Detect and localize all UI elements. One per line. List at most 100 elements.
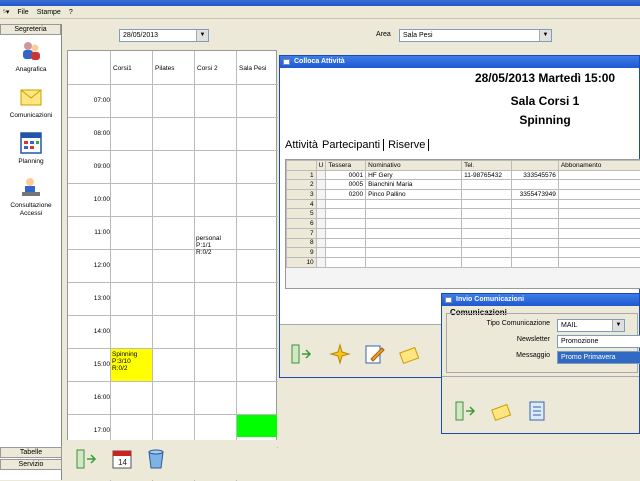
newsletter-field[interactable]: Promozione <box>557 335 640 348</box>
event-spinning[interactable]: Spinning P:3/10 R:0/2 <box>111 349 152 381</box>
menu-stampe[interactable]: Stampe <box>37 9 61 16</box>
table-row[interactable]: 9 <box>287 248 640 258</box>
table-row[interactable]: 7 <box>287 228 640 238</box>
sidebar-tab-servizio[interactable]: Servizio <box>0 459 62 470</box>
colloca-title-bar: Colloca Attività <box>280 56 639 68</box>
event-line: R:0/2 <box>196 249 236 256</box>
chevron-down-icon[interactable]: ▼ <box>196 30 208 41</box>
time-label: 08:00 <box>70 130 110 137</box>
table-cell <box>366 219 462 229</box>
table-cell <box>366 238 462 248</box>
event-line: personal <box>196 235 236 242</box>
table-cell: Bianchini Maria <box>366 180 462 190</box>
exit-door-icon[interactable] <box>75 448 97 470</box>
trash-icon[interactable] <box>145 448 167 470</box>
table-row[interactable]: 4 <box>287 199 640 209</box>
menu-help[interactable]: ? <box>69 9 73 16</box>
menu-file[interactable]: File <box>17 9 28 16</box>
chevron-down-icon[interactable]: ▼ <box>539 30 551 41</box>
sidebar-item-label: Anagrafica <box>0 66 62 73</box>
tab-attivita[interactable]: Attività <box>285 139 318 151</box>
colloca-tabs: Attività Partecipanti Riserve <box>285 139 429 151</box>
sidebar-item-consultazione-accessi[interactable]: Consultazione Accessi <box>0 176 62 218</box>
table-header: Tel. <box>462 161 512 171</box>
table-row[interactable]: 5 <box>287 209 640 219</box>
exit-door-icon[interactable] <box>290 343 312 365</box>
participants-table: U Tessera Nominativo Tel. Abbonamento 10… <box>285 159 640 289</box>
invio-title: Invio Comunicazioni <box>456 296 524 303</box>
table-row[interactable]: 30200Pinco Pallino3355473949 <box>287 190 640 200</box>
edit-note-icon[interactable] <box>363 343 385 365</box>
table-cell: HF Gery <box>366 170 462 180</box>
table-cell <box>326 199 366 209</box>
table-cell: Pinco Pallino <box>366 190 462 200</box>
time-label: 10:00 <box>70 196 110 203</box>
row-number: 10 <box>287 257 317 267</box>
column-header-pilates: Pilates <box>152 51 175 84</box>
messaggio-value: Promo Primavera <box>561 354 615 361</box>
calendar-icon[interactable]: 14 <box>111 448 133 470</box>
table-header: U <box>316 161 326 171</box>
event-sala-pesi[interactable] <box>237 415 277 437</box>
sidebar-item-planning[interactable]: Planning <box>0 132 62 165</box>
table-cell <box>462 248 512 258</box>
document-icon[interactable] <box>526 400 548 422</box>
table-row[interactable]: 10001HF Gery11-98765432333545576 <box>287 170 640 180</box>
table-header-row: U Tessera Nominativo Tel. Abbonamento <box>287 161 640 171</box>
colloca-room-heading: Sala Corsi 1 <box>450 94 640 108</box>
table-cell: 0005 <box>326 180 366 190</box>
chevron-down-icon[interactable]: ▼ <box>612 320 624 331</box>
tab-riserve[interactable]: Riserve <box>388 139 429 151</box>
tipo-select[interactable]: MAIL ▼ <box>557 319 625 332</box>
table-cell: 11-98765432 <box>462 170 512 180</box>
event-personal[interactable]: personal P:1/1 R:0/2 <box>196 235 236 256</box>
time-label: 11:00 <box>70 229 110 236</box>
row-number: 1 <box>287 170 317 180</box>
table-cell <box>316 238 326 248</box>
sidebar-tab-tabelle[interactable]: Tabelle <box>0 447 62 458</box>
row-number: 4 <box>287 199 317 209</box>
column-header-sala-pesi: Sala Pesi <box>236 51 266 84</box>
app-menu-icon[interactable]: ⁵▾ <box>3 8 9 16</box>
table-cell <box>316 228 326 238</box>
sidebar-item-anagrafica[interactable]: Anagrafica <box>0 40 62 73</box>
send-mail-icon[interactable] <box>398 343 420 365</box>
table-header: Abbonamento <box>558 161 640 171</box>
table-cell <box>511 209 558 219</box>
time-label: 14:00 <box>70 328 110 335</box>
table-cell <box>511 238 558 248</box>
date-select[interactable]: 28/05/2013 ▼ <box>119 29 209 42</box>
send-mail-icon[interactable] <box>490 400 512 422</box>
table-cell <box>511 219 558 229</box>
tab-partecipanti[interactable]: Partecipanti <box>322 139 384 151</box>
area-value: Sala Pesi <box>403 32 433 39</box>
table-row[interactable]: 6 <box>287 219 640 229</box>
table-row[interactable]: 10 <box>287 257 640 267</box>
table-row[interactable]: 8 <box>287 238 640 248</box>
area-select[interactable]: Sala Pesi ▼ <box>399 29 552 42</box>
table-cell <box>462 199 512 209</box>
table-header <box>511 161 558 171</box>
table-cell <box>558 228 640 238</box>
time-label: 16:00 <box>70 394 110 401</box>
colloca-title: Colloca Attività <box>294 58 345 65</box>
exit-door-icon[interactable] <box>454 400 476 422</box>
table-cell <box>366 228 462 238</box>
calendar-grid-icon <box>20 132 42 154</box>
table-cell <box>558 219 640 229</box>
table-cell <box>558 257 640 267</box>
time-label: 15:00 <box>70 361 110 368</box>
messaggio-field[interactable]: Promo Primavera <box>557 351 640 364</box>
table-cell <box>558 190 640 200</box>
sidebar-header[interactable]: Segreteria <box>0 24 61 35</box>
table-cell <box>511 228 558 238</box>
table-cell <box>316 199 326 209</box>
sparkle-new-icon[interactable] <box>329 343 351 365</box>
table-row[interactable]: 20005Bianchini Maria <box>287 180 640 190</box>
table-cell <box>462 257 512 267</box>
table-cell <box>558 238 640 248</box>
invio-divider <box>442 376 639 377</box>
table-cell <box>366 248 462 258</box>
user-at-desk-icon <box>20 176 42 198</box>
sidebar-item-comunicazioni[interactable]: Comunicazioni <box>0 86 62 119</box>
